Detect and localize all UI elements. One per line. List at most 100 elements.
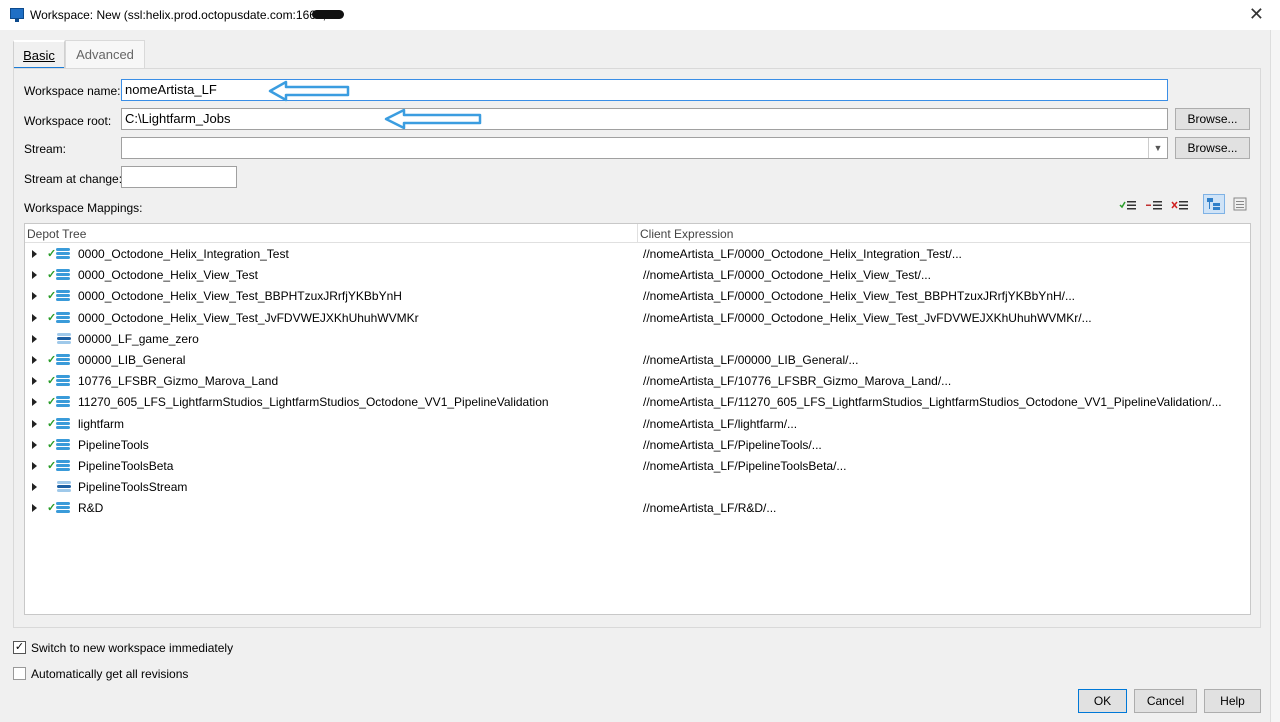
browse-root-button[interactable]: Browse... — [1175, 108, 1250, 130]
depot-name: PipelineToolsStream — [78, 480, 188, 495]
expand-arrow-icon[interactable] — [32, 419, 37, 428]
stream-label: Stream: — [24, 142, 67, 156]
depot-name: 0000_Octodone_Helix_View_Test — [78, 268, 258, 283]
depot-name: 0000_Octodone_Helix_View_Test_JvFDVWEJXK… — [78, 310, 419, 325]
mapped-check-icon: ✓ — [47, 438, 57, 451]
remove-mapping-icon[interactable] — [1171, 199, 1189, 213]
table-row[interactable]: ✓ PipelineTools //nomeArtista_LF/PipelineT… — [25, 435, 1250, 456]
stream-at-change-field[interactable] — [121, 166, 237, 188]
depot-name: 0000_Octodone_Helix_Integration_Test — [78, 247, 289, 261]
mapped-check-icon: ✓ — [47, 396, 57, 409]
tab-advanced-label: Advanced — [76, 47, 134, 62]
browse-stream-button[interactable]: Browse... — [1175, 137, 1250, 159]
stream-at-change-label: Stream at change: — [24, 172, 123, 186]
depot-name: 00000_LIB_General — [78, 353, 186, 367]
expand-arrow-icon[interactable] — [32, 377, 37, 386]
table-row[interactable]: ✓ 0000_Octodone_Helix_View_Test //nomeArti… — [25, 265, 1250, 286]
depot-name: lightfarm — [78, 416, 125, 431]
mapped-check-icon: ✓ — [47, 354, 57, 366]
col-client-expression[interactable]: Client Expression — [640, 227, 733, 241]
table-row[interactable]: ✓ 00000_LIB_General //nomeArtista_LF/00000… — [25, 350, 1250, 371]
exclude-mapping-icon[interactable] — [1145, 199, 1163, 213]
depot-icon — [56, 375, 70, 388]
expand-arrow-icon[interactable] — [32, 250, 37, 258]
stream-combo[interactable]: ▼ — [121, 137, 1168, 159]
expand-arrow-icon[interactable] — [32, 334, 37, 343]
col-depot-tree[interactable]: Depot Tree — [27, 227, 86, 241]
depot-icon — [56, 417, 70, 431]
ok-button[interactable]: OK — [1078, 689, 1127, 713]
mappings-grid[interactable]: Depot Tree Client Expression ✓ 0000_Octod… — [24, 223, 1251, 615]
depot-icon — [56, 248, 70, 261]
expand-arrow-icon[interactable] — [32, 504, 37, 513]
table-row[interactable]: ✓ 10776_LFSBR_Gizmo_Marova_Land //nomeArti… — [25, 371, 1250, 392]
include-mapping-icon[interactable] — [1119, 199, 1137, 213]
window-title: Workspace: New (ssl:helix.prod.octopusda… — [30, 8, 326, 22]
help-button[interactable]: Help — [1204, 689, 1261, 713]
switch-checkbox[interactable]: ✓ — [13, 641, 26, 654]
annotation-arrow-1 — [268, 80, 350, 102]
table-row[interactable]: ✓ 11270_605_LFS_LightfarmStudios_Lightfar… — [25, 392, 1250, 413]
table-row[interactable]: 00000_LF_game_zero — [25, 329, 1250, 350]
close-icon[interactable]: ✕ — [1249, 4, 1264, 25]
table-row[interactable]: ✓ lightfarm //nomeArtista_LF/lightfarm/... — [25, 414, 1250, 435]
depot-icon — [56, 269, 70, 282]
depot-name: 0000_Octodone_Helix_View_Test_BBPHTzuxJR… — [78, 289, 402, 304]
workspace-root-field[interactable]: C:\Lightfarm_Jobs — [121, 108, 1168, 130]
client-expression: //nomeArtista_LF/lightfarm/... — [643, 416, 798, 431]
expand-arrow-icon[interactable] — [32, 483, 37, 492]
chevron-down-icon[interactable]: ▼ — [1148, 138, 1167, 158]
depot-icon — [56, 290, 70, 303]
workspace-mappings-label: Workspace Mappings: — [24, 201, 143, 215]
depot-icon — [56, 396, 70, 409]
depot-name: PipelineToolsBeta — [78, 459, 174, 473]
expand-arrow-icon[interactable] — [32, 271, 37, 280]
stream-depot-icon — [57, 332, 71, 346]
depot-icon — [56, 311, 70, 325]
mapped-check-icon: ✓ — [47, 417, 57, 430]
auto-get-label: Automatically get all revisions — [31, 667, 189, 681]
expand-arrow-icon[interactable] — [32, 313, 37, 322]
redacted-mark — [312, 10, 344, 19]
table-row[interactable]: ✓ 0000_Octodone_Helix_View_Test_JvFDVWEJX… — [25, 308, 1250, 329]
client-expression: //nomeArtista_LF/0000_Octodone_Helix_Vie… — [643, 310, 1092, 325]
column-divider[interactable] — [637, 224, 638, 242]
table-row[interactable]: ✓ 0000_Octodone_Helix_View_Test_BBPHTzuxJ… — [25, 286, 1250, 307]
table-row[interactable]: PipelineToolsStream — [25, 477, 1250, 498]
text-view-icon[interactable] — [1231, 197, 1249, 211]
mapped-check-icon: ✓ — [47, 248, 57, 260]
auto-get-checkbox[interactable] — [13, 667, 26, 680]
app-monitor-icon — [10, 8, 24, 22]
checkmark-icon: ✓ — [14, 641, 25, 653]
background-window-edge — [1270, 30, 1280, 722]
table-row[interactable]: ✓ R&D //nomeArtista_LF/R&D/... — [25, 498, 1250, 519]
tab-basic[interactable]: Basic — [13, 40, 65, 70]
table-row[interactable]: ✓ 0000_Octodone_Helix_Integration_Test //n… — [25, 244, 1250, 265]
tree-view-icon[interactable] — [1203, 194, 1225, 214]
client-expression: //nomeArtista_LF/PipelineTools/... — [643, 437, 822, 452]
client-expression: //nomeArtista_LF/10776_LFSBR_Gizmo_Marov… — [643, 374, 952, 389]
depot-icon — [56, 460, 70, 473]
annotation-arrow-2 — [384, 108, 482, 130]
expand-arrow-icon[interactable] — [32, 440, 37, 449]
mapped-check-icon: ✓ — [47, 269, 57, 282]
cancel-button[interactable]: Cancel — [1134, 689, 1197, 713]
tab-advanced[interactable]: Advanced — [65, 40, 145, 68]
depot-name: 10776_LFSBR_Gizmo_Marova_Land — [78, 374, 279, 389]
client-expression: //nomeArtista_LF/PipelineToolsBeta/... — [643, 459, 847, 473]
expand-arrow-icon[interactable] — [32, 356, 37, 364]
mapped-check-icon: ✓ — [47, 502, 57, 515]
workspace-root-label: Workspace root: — [24, 114, 112, 128]
depot-icon — [56, 438, 70, 452]
expand-arrow-icon[interactable] — [32, 462, 37, 470]
expand-arrow-icon[interactable] — [32, 292, 37, 301]
mapped-check-icon: ✓ — [47, 290, 57, 303]
depot-name: 11270_605_LFS_LightfarmStudios_Lightfarm… — [78, 395, 549, 410]
depot-icon — [56, 354, 70, 367]
table-row[interactable]: ✓ PipelineToolsBeta //nomeArtista_LF/Pipel… — [25, 456, 1250, 477]
mapped-check-icon: ✓ — [47, 460, 57, 472]
mapped-check-icon: ✓ — [47, 375, 57, 388]
depot-icon — [56, 502, 70, 515]
expand-arrow-icon[interactable] — [32, 398, 37, 407]
grid-header: Depot Tree Client Expression — [25, 224, 1250, 243]
